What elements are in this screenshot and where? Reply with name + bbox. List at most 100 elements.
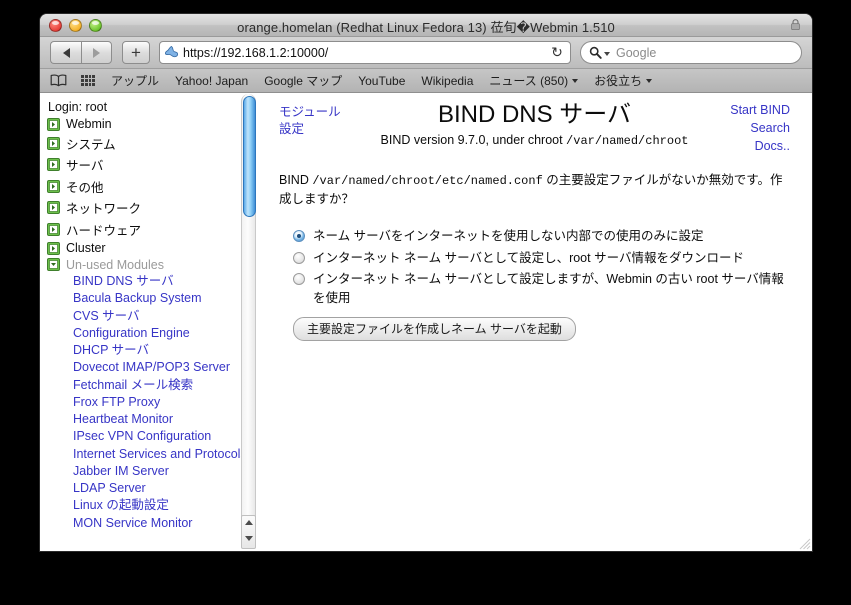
sidebar-module-link[interactable]: DHCP サーバ: [73, 343, 248, 358]
chroot-path: /var/named/chroot: [566, 134, 688, 148]
sidebar-module-link[interactable]: Bacula Backup System: [73, 291, 248, 306]
bookmark-item-3[interactable]: YouTube: [358, 74, 405, 88]
bookmark-item-2[interactable]: Google マップ: [264, 72, 342, 89]
sidebar-item-label: その他: [66, 177, 104, 196]
back-button[interactable]: [50, 41, 81, 64]
sidebar-scrollbar[interactable]: [241, 94, 256, 524]
search-field[interactable]: Google: [580, 41, 802, 64]
chevron-down-icon: [572, 79, 578, 83]
scroll-down-arrow-icon[interactable]: [245, 536, 253, 541]
category-collapsed-icon: [47, 180, 60, 193]
module-config-link[interactable]: モジュール 設定: [279, 104, 341, 138]
sidebar-module-link[interactable]: Internet Services and Protocols: [73, 447, 248, 462]
module-header: モジュール 設定 BIND DNS サーバ BIND version 9.7.0…: [279, 99, 790, 157]
bookmark-label: ニュース (850): [489, 72, 568, 89]
subtitle-text: BIND version 9.7.0, under chroot: [381, 133, 567, 147]
page-subtitle: BIND version 9.7.0, under chroot /var/na…: [279, 133, 790, 148]
search-placeholder: Google: [616, 46, 656, 60]
browser-toolbar: + https://192.168.1.2:10000/ ↻ Google: [40, 37, 812, 69]
sidebar-item-label: ネットワーク: [66, 198, 141, 217]
bookmark-label: Yahoo! Japan: [175, 74, 248, 88]
bookmark-item-1[interactable]: Yahoo! Japan: [175, 74, 248, 88]
option-internet-download-roots[interactable]: インターネット ネーム サーバとして設定し、root サーバ情報をダウンロード: [279, 249, 790, 268]
option-label: インターネット ネーム サーバとして設定し、root サーバ情報をダウンロード: [313, 249, 744, 268]
option-internet-old-roots[interactable]: インターネット ネーム サーバとして設定しますが、Webmin の古い root…: [279, 270, 790, 307]
radio-internet-download-roots[interactable]: [293, 252, 305, 264]
sidebar-module-link[interactable]: Jabber IM Server: [73, 464, 248, 479]
category-collapsed-icon: [47, 201, 60, 214]
radio-internal-only[interactable]: [293, 230, 305, 242]
sidebar-module-link[interactable]: Fetchmail メール検索: [73, 378, 248, 393]
radio-internet-old-roots[interactable]: [293, 273, 305, 285]
sidebar-item-others[interactable]: その他: [47, 177, 265, 196]
sidebar-item-networking[interactable]: ネットワーク: [47, 198, 265, 217]
browser-window: orange.homelan (Redhat Linux Fedora 13) …: [40, 14, 812, 551]
sidebar-frame: Login: root Webmin システム: [40, 93, 265, 551]
window-resize-grip[interactable]: [797, 536, 811, 550]
category-collapsed-icon: [47, 118, 60, 131]
option-label: ネーム サーバをインターネットを使用しない内部での使用のみに設定: [313, 227, 703, 246]
sidebar-module-link[interactable]: CVS サーバ: [73, 309, 248, 324]
sidebar-module-link[interactable]: Heartbeat Monitor: [73, 412, 248, 427]
bookmark-label: お役立ち: [594, 72, 642, 89]
chevron-down-icon: [646, 79, 652, 83]
sidebar-module-link[interactable]: IPsec VPN Configuration: [73, 429, 248, 444]
sidebar-item-unused-modules[interactable]: Un-used Modules: [47, 258, 265, 272]
sidebar-module-link[interactable]: BIND DNS サーバ: [73, 274, 248, 289]
module-header-links: Start BIND Search Docs..: [730, 102, 790, 155]
scroll-up-arrow-icon[interactable]: [245, 520, 253, 525]
page-title: BIND DNS サーバ: [279, 100, 790, 130]
lock-icon: [791, 19, 800, 30]
sidebar-item-label: ハードウェア: [66, 220, 141, 239]
sidebar-item-servers[interactable]: サーバ: [47, 155, 265, 174]
bookmark-item-0[interactable]: アップル: [111, 72, 159, 89]
module-config-line-1: モジュール: [279, 104, 341, 121]
reload-button[interactable]: ↻: [546, 42, 568, 63]
sidebar-item-system[interactable]: システム: [47, 134, 265, 153]
address-bar[interactable]: https://192.168.1.2:10000/ ↻: [159, 41, 571, 64]
desc-prefix: BIND: [279, 173, 312, 187]
sidebar-scrollbar-thumb[interactable]: [243, 96, 256, 217]
sidebar-module-link[interactable]: Linux の起動設定: [73, 498, 248, 513]
add-bookmark-button[interactable]: +: [122, 41, 150, 64]
bookmark-label: YouTube: [358, 74, 405, 88]
docs-link[interactable]: Docs..: [730, 138, 790, 156]
search-icon: [589, 46, 602, 59]
category-collapsed-icon: [47, 223, 60, 236]
bookmark-item-5[interactable]: ニュース (850): [489, 72, 578, 89]
sidebar-module-link[interactable]: Dovecot IMAP/POP3 Server: [73, 360, 248, 375]
login-status: Login: root: [48, 100, 265, 114]
sidebar-item-label: Cluster: [66, 241, 106, 255]
search-dropdown-caret-icon[interactable]: [604, 52, 610, 56]
create-config-and-start-button[interactable]: 主要設定ファイルを作成しネーム サーバを起動: [293, 317, 576, 341]
site-favicon-icon: [164, 45, 179, 60]
show-all-bookmarks-icon[interactable]: [50, 74, 67, 87]
top-sites-grid-icon[interactable]: [81, 75, 95, 86]
sidebar-module-link[interactable]: MON Service Monitor: [73, 516, 248, 531]
module-content: モジュール 設定 BIND DNS サーバ BIND version 9.7.0…: [265, 93, 812, 551]
category-collapsed-icon: [47, 242, 60, 255]
start-bind-link[interactable]: Start BIND: [730, 102, 790, 120]
bookmark-label: Google マップ: [264, 72, 342, 89]
sidebar-module-link[interactable]: Frox FTP Proxy: [73, 395, 248, 410]
forward-button[interactable]: [81, 41, 112, 64]
search-link[interactable]: Search: [730, 120, 790, 138]
bookmark-label: アップル: [111, 72, 159, 89]
sidebar-scroll-arrows[interactable]: [241, 515, 256, 549]
sidebar-item-cluster[interactable]: Cluster: [47, 241, 265, 255]
sidebar-item-label: Webmin: [66, 117, 112, 131]
sidebar-item-label: システム: [66, 134, 116, 153]
sidebar-item-webmin[interactable]: Webmin: [47, 117, 265, 131]
module-config-line-2: 設定: [279, 121, 341, 138]
setup-options-group: ネーム サーバをインターネットを使用しない内部での使用のみに設定 インターネット…: [279, 227, 790, 307]
option-internal-only[interactable]: ネーム サーバをインターネットを使用しない内部での使用のみに設定: [279, 227, 790, 246]
sidebar-item-hardware[interactable]: ハードウェア: [47, 220, 265, 239]
sidebar-module-link[interactable]: LDAP Server: [73, 481, 248, 496]
webmin-sidebar: Login: root Webmin システム: [40, 93, 265, 531]
category-collapsed-icon: [47, 158, 60, 171]
bookmark-label: Wikipedia: [421, 74, 473, 88]
bookmark-item-4[interactable]: Wikipedia: [421, 74, 473, 88]
config-missing-message: BIND /var/named/chroot/etc/named.conf の主…: [279, 171, 790, 209]
bookmark-item-6[interactable]: お役立ち: [594, 72, 652, 89]
sidebar-module-link[interactable]: Configuration Engine: [73, 326, 248, 341]
